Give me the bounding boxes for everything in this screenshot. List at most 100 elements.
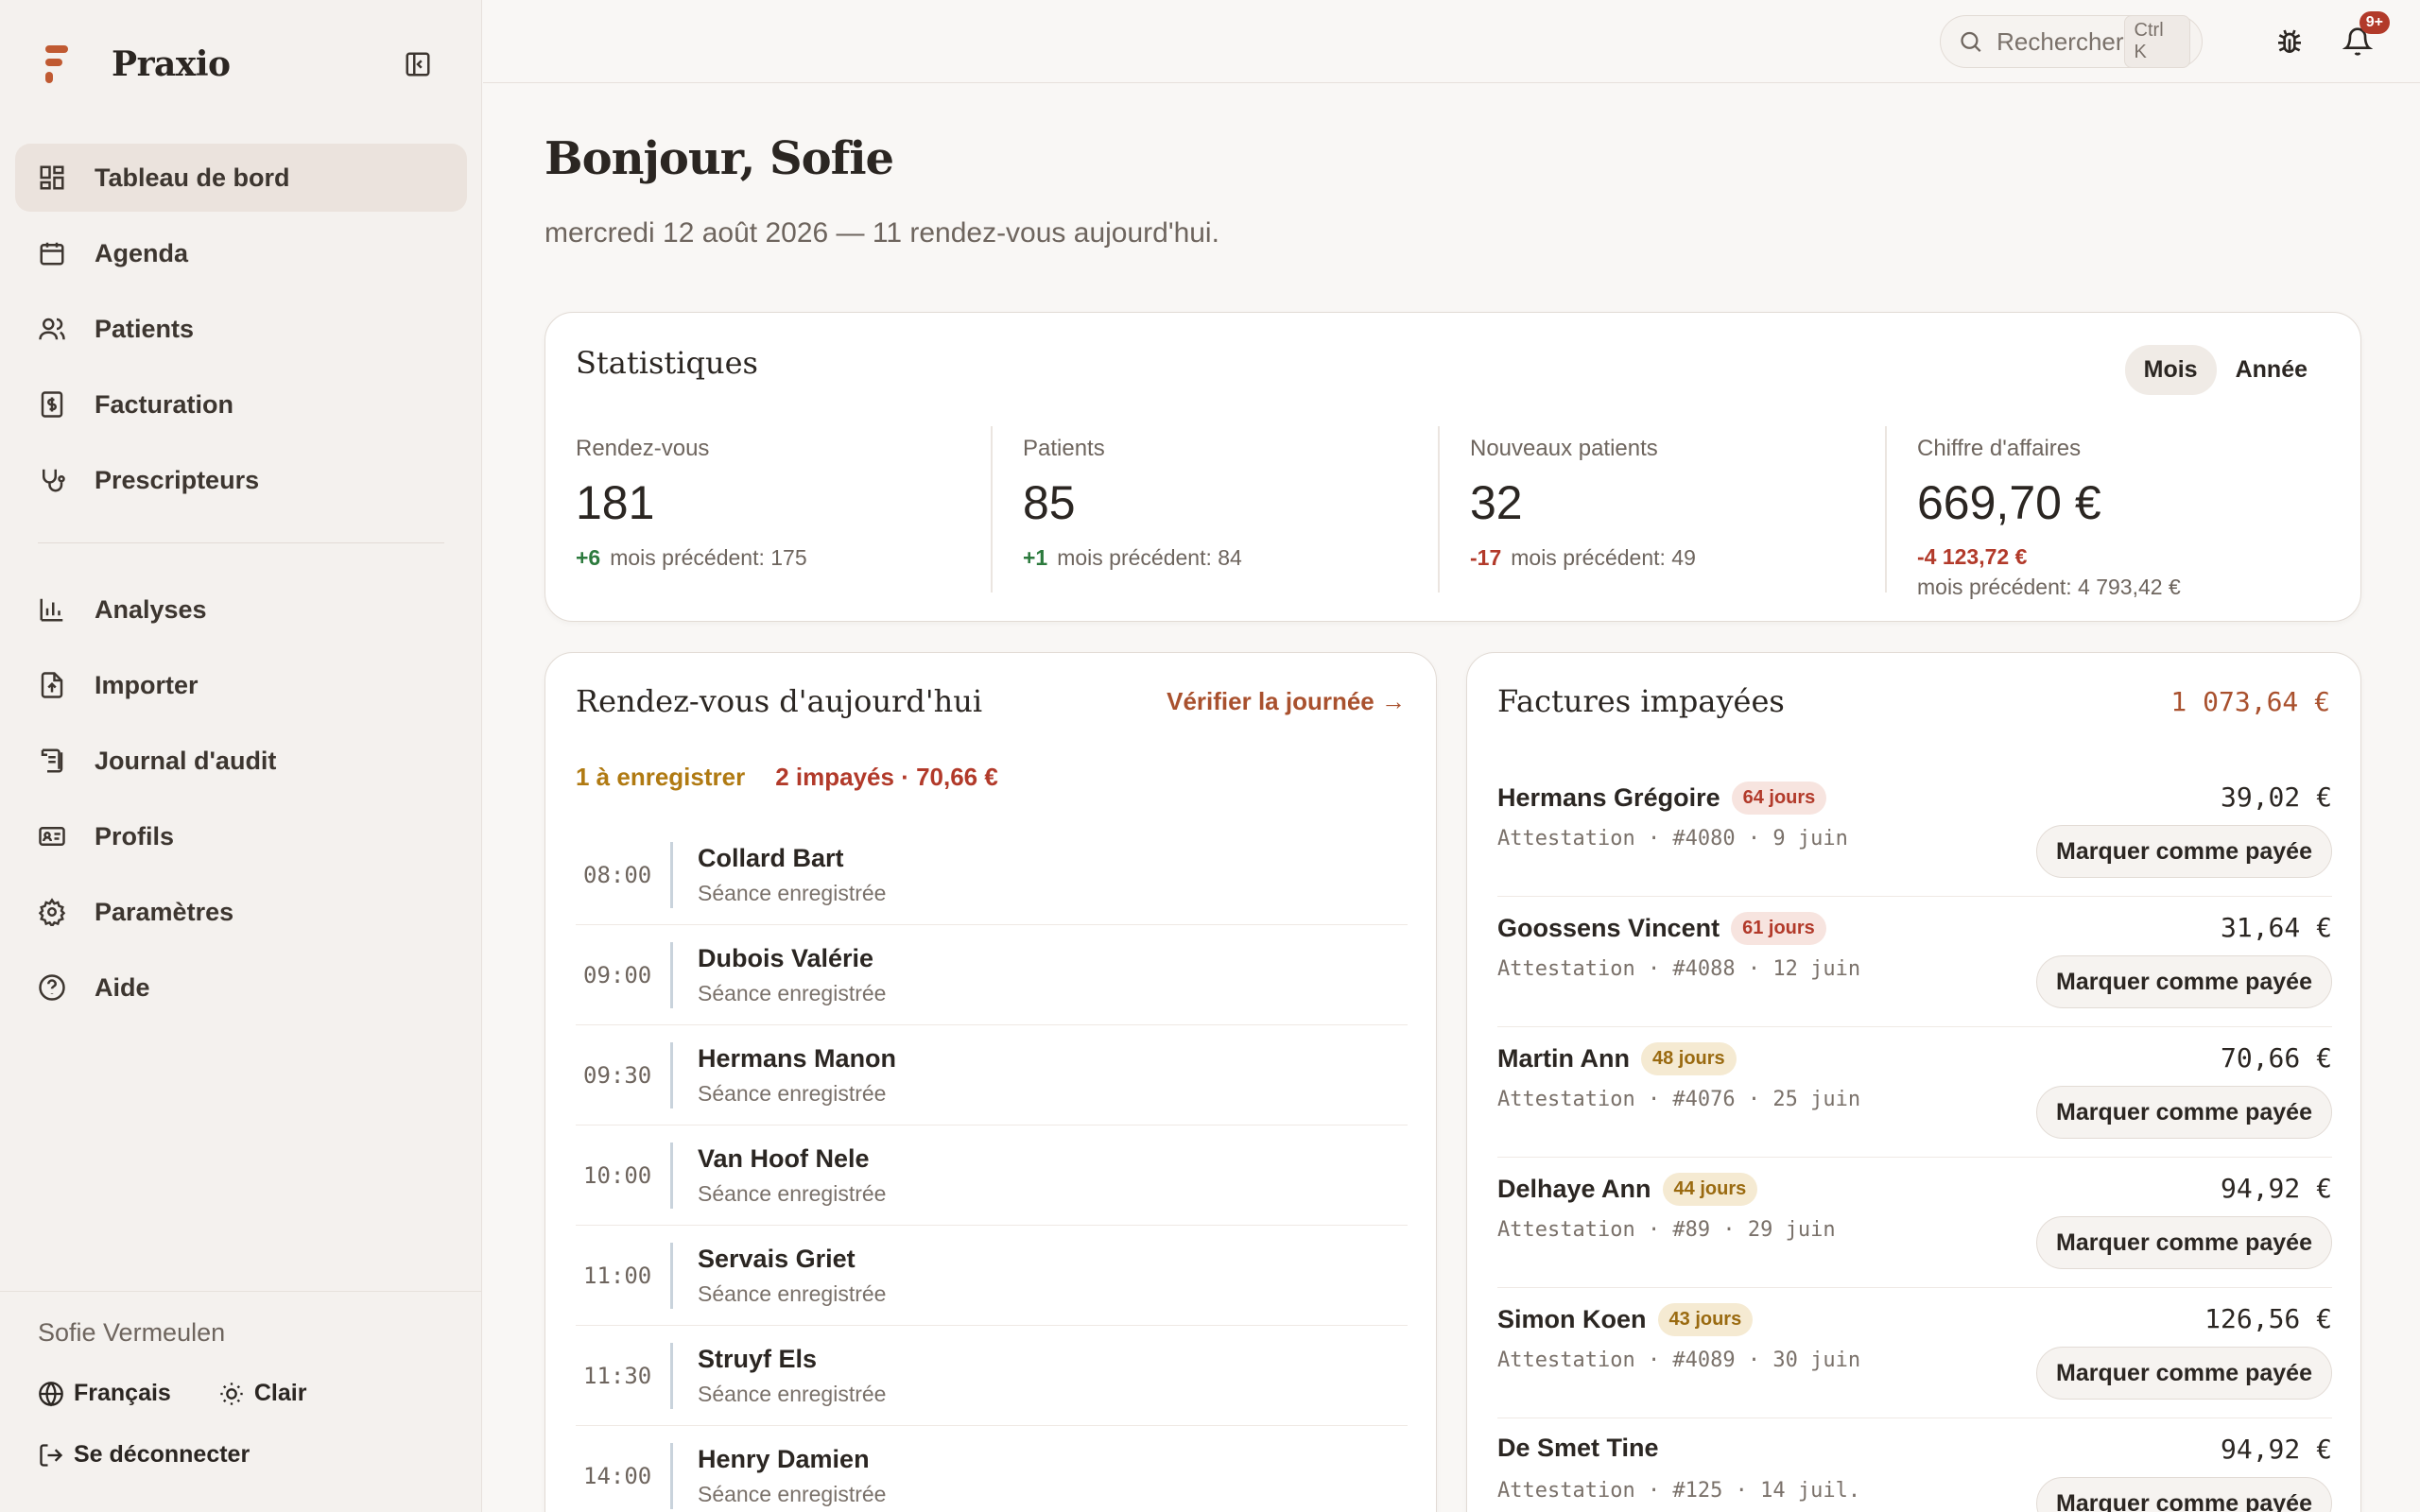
sidebar-toggle-icon — [406, 52, 430, 77]
theme-toggle[interactable]: Clair — [218, 1380, 307, 1407]
search-input[interactable]: Rechercher Ctrl K — [1940, 15, 2203, 68]
sidebar-item-label: Paramètres — [95, 897, 234, 926]
appointment-time: 10:00 — [583, 1161, 652, 1189]
search-placeholder: Rechercher — [1996, 26, 2124, 56]
stethoscope-icon — [36, 464, 68, 496]
stat-delta: +1 — [1023, 545, 1048, 570]
sidebar-item-label: Analyses — [95, 594, 207, 624]
appointment-time: 08:00 — [583, 861, 652, 888]
period-year-button[interactable]: Année — [2217, 345, 2326, 395]
collapse-sidebar-button[interactable] — [401, 47, 435, 81]
sidebar-item-agenda[interactable]: Agenda — [15, 219, 467, 287]
overdue-badge: 48 jours — [1640, 1042, 1737, 1075]
sidebar-item-label: Journal d'audit — [95, 746, 277, 775]
appointment-status: Séance enregistrée — [698, 980, 887, 1005]
sidebar-item-profiles[interactable]: Profils — [15, 802, 467, 870]
appointment-status: Séance enregistrée — [698, 1481, 887, 1506]
invoice-meta: Attestation · #4080 · 9 juin — [1497, 827, 1848, 850]
invoice-row: De Smet Tine Attestation · #125 · 14 jui… — [1497, 1418, 2332, 1512]
appointment-marker — [670, 1442, 673, 1509]
sidebar-item-prescribers[interactable]: Prescripteurs — [15, 446, 467, 514]
invoices-total: 1 073,64 € — [2170, 685, 2330, 717]
appointment-time: 11:00 — [583, 1262, 652, 1289]
stat-value: 32 — [1470, 476, 1523, 529]
stat-label: Patients — [1023, 436, 1105, 461]
mark-paid-button[interactable]: Marquer comme payée — [2036, 1477, 2332, 1512]
appointment-patient: Collard Bart — [698, 843, 844, 872]
list-item[interactable]: 11:00 Servais Griet Séance enregistrée — [576, 1226, 1408, 1326]
mark-paid-button[interactable]: Marquer comme payée — [2036, 955, 2332, 1008]
invoice-meta: Attestation · #4088 · 12 juin — [1497, 957, 1861, 981]
invoice-row: Goossens Vincent 61 jours Attestation · #… — [1497, 897, 2332, 1027]
logout-icon — [40, 1443, 63, 1467]
appointment-marker — [670, 1041, 673, 1108]
upload-file-icon — [36, 669, 68, 701]
mark-paid-button[interactable]: Marquer comme payée — [2036, 1347, 2332, 1400]
appointment-patient: Servais Griet — [698, 1244, 856, 1273]
invoice-row: Martin Ann 48 jours Attestation · #4076 ·… — [1497, 1027, 2332, 1158]
stat-new-patients: Nouveaux patients 32 -17 mois précédent: … — [1438, 426, 1885, 593]
stat-patients: Patients 85 +1 mois précédent: 84 — [991, 426, 1438, 593]
logout-button[interactable]: Se déconnecter — [38, 1441, 444, 1469]
appointments-list: 08:00 Collard Bart Séance enregistrée 09:… — [576, 825, 1408, 1512]
unpaid-filter[interactable]: 2 impayés · 70,66 € — [775, 763, 998, 792]
sidebar: Praxio Tableau de bord Agenda Patients F… — [0, 0, 482, 1512]
list-item[interactable]: 14:00 Henry Damien Séance enregistrée — [576, 1426, 1408, 1512]
mark-paid-button[interactable]: Marquer comme payée — [2036, 825, 2332, 878]
appointment-marker — [670, 841, 673, 908]
help-icon — [36, 971, 68, 1004]
list-item[interactable]: 11:30 Struyf Els Séance enregistrée — [576, 1326, 1408, 1426]
stat-label: Chiffre d'affaires — [1917, 436, 2082, 461]
invoice-meta: Attestation · #89 · 29 juin — [1497, 1218, 1836, 1242]
appointment-patient: Van Hoof Nele — [698, 1143, 870, 1173]
stat-value: 85 — [1023, 476, 1076, 529]
mark-paid-button[interactable]: Marquer comme payée — [2036, 1086, 2332, 1139]
appointment-patient: Dubois Valérie — [698, 943, 874, 972]
verify-day-link[interactable]: Vérifier la journée → — [1167, 687, 1406, 716]
overdue-badge: 64 jours — [1731, 782, 1827, 815]
sidebar-item-dashboard[interactable]: Tableau de bord — [15, 144, 467, 212]
sidebar-divider — [38, 542, 444, 543]
list-item[interactable]: 09:00 Dubois Valérie Séance enregistrée — [576, 925, 1408, 1025]
scroll-icon — [36, 745, 68, 777]
invoice-amount: 39,02 € — [2220, 782, 2332, 813]
overdue-badge: 44 jours — [1662, 1173, 1758, 1206]
theme-label: Clair — [253, 1380, 307, 1406]
bug-icon — [2278, 29, 2301, 53]
invoices-title: Factures impayées — [1497, 683, 1785, 719]
sidebar-item-import[interactable]: Importer — [15, 651, 467, 719]
sidebar-item-audit-log[interactable]: Journal d'audit — [15, 727, 467, 795]
mark-paid-button[interactable]: Marquer comme payée — [2036, 1216, 2332, 1269]
stat-label: Nouveaux patients — [1470, 436, 1658, 461]
search-shortcut: Ctrl K — [2123, 15, 2190, 68]
language-selector[interactable]: Français — [38, 1380, 171, 1407]
invoice-meta: Attestation · #125 · 14 juil. — [1497, 1479, 1861, 1503]
stat-value: 669,70 € — [1917, 476, 2101, 529]
list-item[interactable]: 10:00 Van Hoof Nele Séance enregistrée — [576, 1125, 1408, 1226]
invoice-patient: Martin Ann — [1497, 1044, 1630, 1073]
invoice-patient: Hermans Grégoire — [1497, 783, 1720, 812]
stats-title: Statistiques — [576, 345, 758, 381]
sidebar-item-patients[interactable]: Patients — [15, 295, 467, 363]
appointment-status: Séance enregistrée — [698, 1080, 887, 1106]
brand[interactable]: Praxio — [42, 42, 231, 87]
globe-icon — [39, 1381, 63, 1406]
notifications-button[interactable]: 9+ — [2337, 11, 2390, 62]
stat-previous: mois précédent: 175 — [610, 545, 807, 570]
sidebar-item-settings[interactable]: Paramètres — [15, 878, 467, 946]
sidebar-item-analytics[interactable]: Analyses — [15, 576, 467, 644]
stat-label: Rendez-vous — [576, 436, 710, 461]
period-month-button[interactable]: Mois — [2124, 345, 2217, 395]
list-item[interactable]: 09:30 Hermans Manon Séance enregistrée — [576, 1025, 1408, 1125]
sun-icon — [220, 1382, 243, 1405]
bug-report-button[interactable] — [2269, 21, 2310, 62]
to-record-filter[interactable]: 1 à enregistrer — [576, 763, 745, 792]
app-name: Praxio — [112, 44, 231, 84]
sidebar-item-label: Aide — [95, 972, 150, 1002]
sidebar-item-billing[interactable]: Facturation — [15, 370, 467, 438]
sidebar-item-help[interactable]: Aide — [15, 954, 467, 1022]
gear-icon — [36, 896, 68, 928]
list-item[interactable]: 08:00 Collard Bart Séance enregistrée — [576, 825, 1408, 925]
stat-previous: mois précédent: 84 — [1057, 545, 1242, 570]
appointment-status: Séance enregistrée — [698, 1280, 887, 1306]
